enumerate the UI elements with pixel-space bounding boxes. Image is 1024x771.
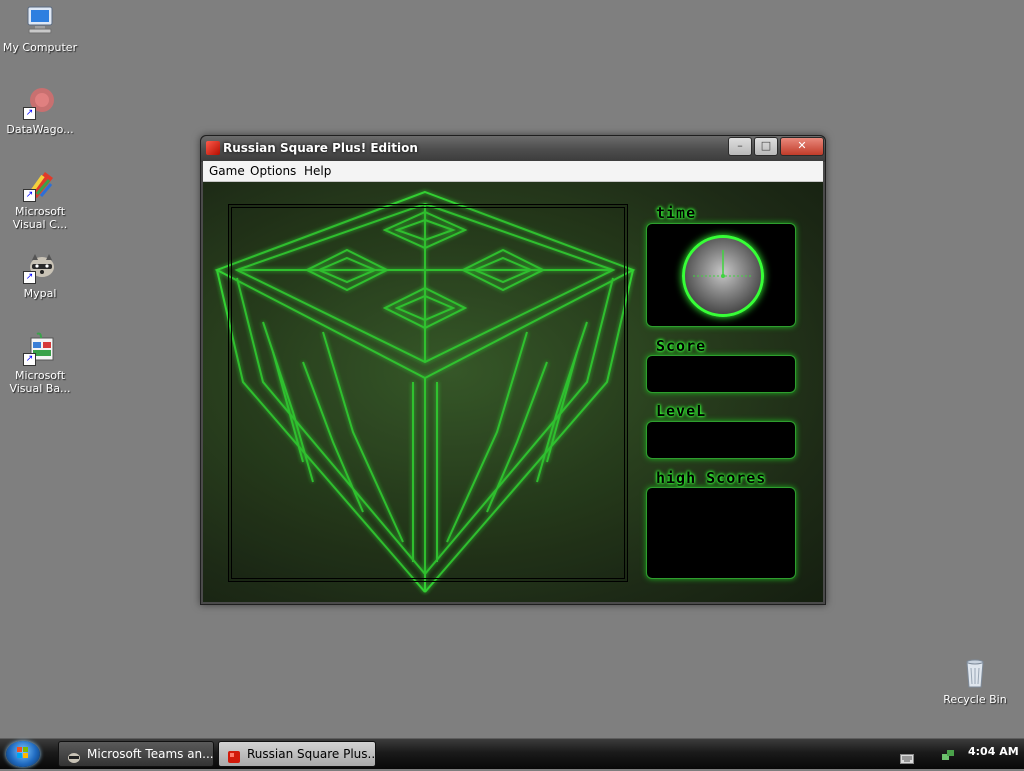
high-scores-label: high Scores	[656, 469, 767, 487]
shortcut-arrow-icon: ↗	[23, 107, 36, 120]
taskbar-item-russian-square[interactable]: Russian Square Plus...	[218, 741, 376, 767]
desktop-icon-visual-basic[interactable]: ↗ Microsoft Visual Ba...	[0, 332, 80, 395]
desktop-icon-visual-c[interactable]: ↗ Microsoft Visual C...	[0, 168, 80, 231]
desktop-icon-label: Recycle Bin	[943, 693, 1007, 706]
maximize-button[interactable]: □	[754, 137, 778, 156]
desktop-icon-label: Microsoft Visual C...	[12, 205, 68, 231]
close-button[interactable]: ✕	[780, 137, 824, 156]
russian-square-app-icon	[227, 748, 241, 763]
start-button[interactable]	[6, 741, 40, 767]
windows-logo-icon	[17, 747, 28, 758]
level-panel	[646, 421, 796, 459]
taskbar-item-label: Microsoft Teams an...	[87, 747, 214, 761]
datawagon-icon: ↗	[23, 86, 57, 120]
high-scores-panel	[646, 487, 796, 579]
app-icon	[206, 141, 220, 155]
desktop-icon-label: DataWago...	[6, 123, 74, 136]
game-window: Russian Square Plus! Edition – □ ✕ Game …	[200, 135, 826, 605]
taskbar-item-label: Russian Square Plus...	[247, 747, 376, 761]
taskbar: Microsoft Teams an... Russian Square Plu…	[0, 738, 1024, 769]
time-label: time	[656, 204, 697, 222]
taskbar-item-teams[interactable]: Microsoft Teams an...	[58, 741, 214, 767]
recycle-bin-icon	[958, 656, 992, 690]
teams-raccoon-icon	[67, 748, 81, 763]
window-titlebar[interactable]: Russian Square Plus! Edition – □ ✕	[201, 136, 825, 162]
time-panel	[646, 223, 796, 327]
menu-help[interactable]: Help	[304, 164, 331, 178]
game-area: time Score LeveL high Scores	[203, 182, 823, 602]
desktop-icon-label: Mypal	[23, 287, 57, 300]
timer-clock-icon	[682, 235, 764, 317]
visual-c-icon: ↗	[23, 168, 57, 202]
window-title: Russian Square Plus! Edition	[223, 141, 418, 155]
desktop-icon-label: Microsoft Visual Ba...	[9, 369, 71, 395]
desktop-icon-my-computer[interactable]: My Computer	[0, 4, 80, 54]
desktop-icon-recycle-bin[interactable]: Recycle Bin	[935, 656, 1015, 706]
shortcut-arrow-icon: ↗	[23, 189, 36, 202]
desktop: My Computer ↗ DataWago... ↗ Microsoft Vi…	[0, 0, 1024, 738]
shortcut-arrow-icon: ↗	[23, 271, 36, 284]
taskbar-clock[interactable]: 4:04 AM	[968, 745, 1019, 758]
menu-game[interactable]: Game	[209, 164, 245, 178]
keyboard-icon[interactable]	[900, 749, 914, 768]
mypal-raccoon-icon: ↗	[23, 250, 57, 284]
computer-icon	[23, 4, 57, 38]
minimize-button[interactable]: –	[728, 137, 752, 156]
menu-bar: Game Options Help	[203, 161, 823, 182]
visual-basic-icon: ↗	[23, 332, 57, 366]
score-label: Score	[656, 337, 707, 355]
menu-options[interactable]: Options	[250, 164, 296, 178]
desktop-icon-mypal[interactable]: ↗ Mypal	[0, 250, 80, 300]
network-icon[interactable]	[940, 747, 956, 766]
level-label: LeveL	[656, 402, 707, 420]
shortcut-arrow-icon: ↗	[23, 353, 36, 366]
desktop-icon-datawagon[interactable]: ↗ DataWago...	[0, 86, 80, 136]
score-panel	[646, 355, 796, 393]
desktop-icon-label: My Computer	[2, 41, 78, 54]
playfield-board[interactable]	[228, 204, 628, 582]
